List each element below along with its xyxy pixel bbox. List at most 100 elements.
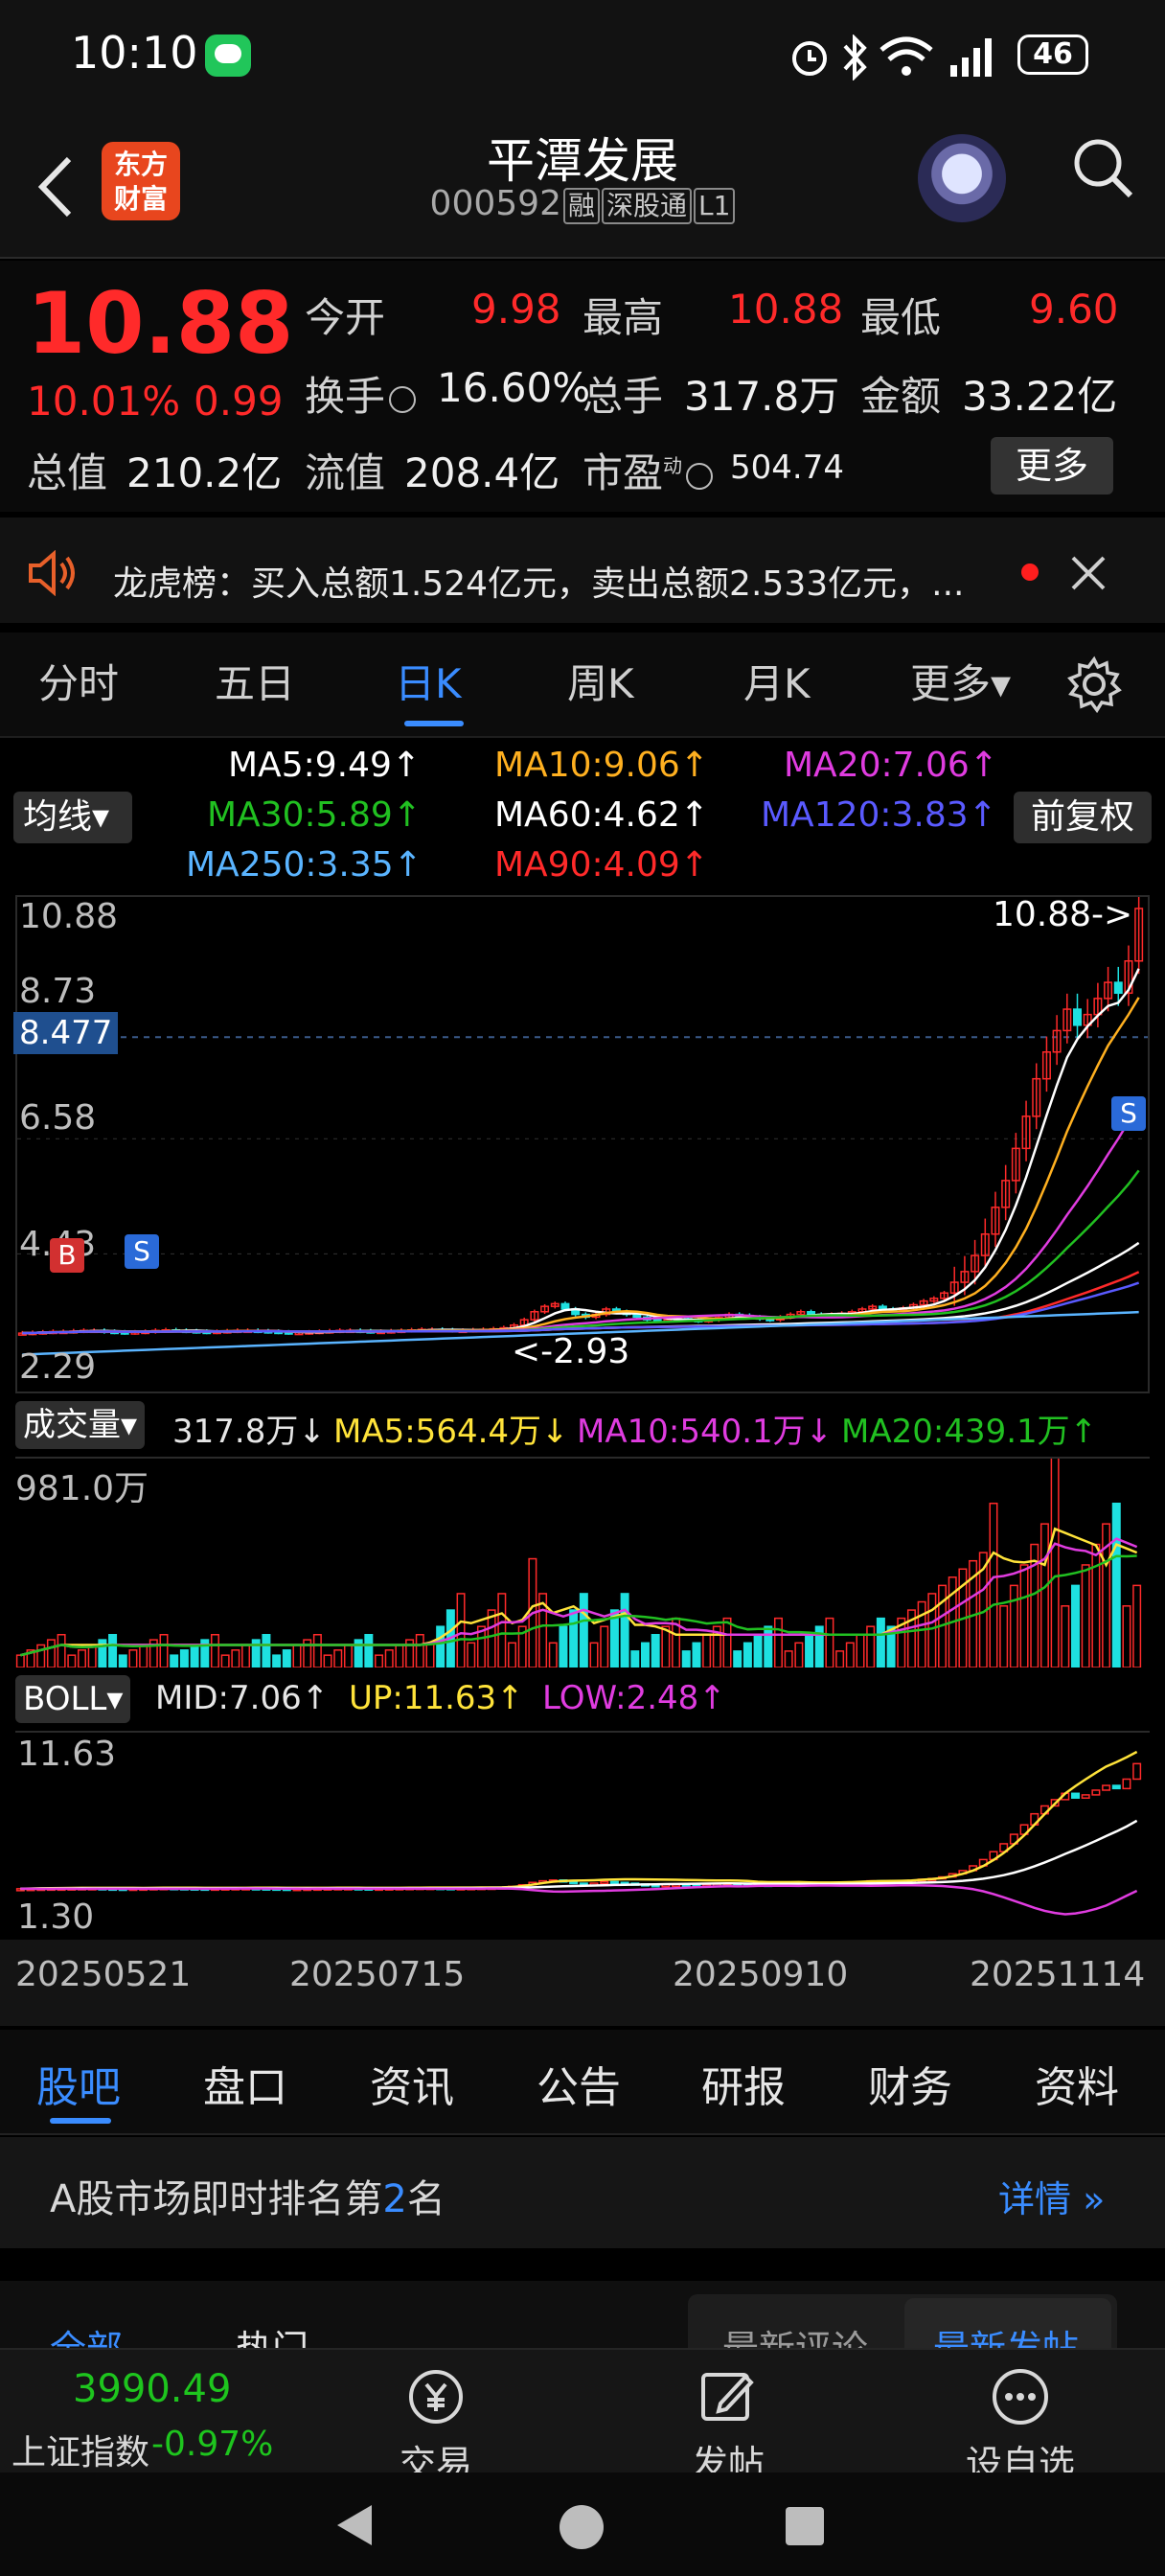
tab-profile[interactable]: 资料 xyxy=(1035,2053,1119,2114)
volume-bar xyxy=(1111,1502,1121,1668)
tab-finance[interactable]: 财务 xyxy=(868,2053,952,2114)
ma10-legend: MA10:9.06↑ xyxy=(494,746,709,785)
candle-body xyxy=(807,1311,816,1316)
volume-bar xyxy=(845,1642,855,1668)
pe-dynamic-sup: 动 xyxy=(663,454,683,477)
volume-chart[interactable] xyxy=(15,1457,1150,1668)
volume-bar xyxy=(1071,1584,1081,1668)
boll-candle xyxy=(1071,1792,1081,1799)
search-icon[interactable] xyxy=(1071,136,1134,199)
volume-bar xyxy=(272,1654,282,1668)
volume-bar xyxy=(989,1502,998,1668)
volume-bar xyxy=(640,1642,650,1668)
tab-research[interactable]: 研报 xyxy=(701,2053,786,2114)
trade-icon[interactable] xyxy=(402,2363,469,2430)
tab-intraday[interactable]: 分时 xyxy=(38,652,119,710)
volume-bar xyxy=(415,1633,424,1668)
low-value: 9.60 xyxy=(1029,286,1119,333)
rank-detail-link[interactable]: 详情 » xyxy=(998,2170,1105,2222)
back-arrow-icon[interactable] xyxy=(31,153,79,220)
tab-monthly-k[interactable]: 月K xyxy=(743,652,811,710)
volume-bar xyxy=(220,1654,230,1668)
y-tick-3: 6.58 xyxy=(19,1098,97,1138)
info-icon[interactable] xyxy=(686,462,714,490)
nav-back-icon[interactable] xyxy=(331,2501,379,2549)
info-icon[interactable] xyxy=(389,385,417,413)
tag-margin: 融 xyxy=(562,188,600,224)
turnover-value: 16.60% xyxy=(437,364,591,411)
battery-icon: 46 xyxy=(1017,34,1088,75)
volume-ma5: MA5:564.4万↓ xyxy=(333,1413,569,1451)
index-name[interactable]: 上证指数 xyxy=(11,2425,149,2474)
sell-marker-recent[interactable]: S xyxy=(1111,1096,1146,1131)
volume-bar xyxy=(620,1593,629,1668)
boll-up: UP:11.63↑ xyxy=(349,1679,524,1717)
ma250-legend: MA250:3.35↑ xyxy=(186,845,423,885)
sell-marker[interactable]: S xyxy=(125,1234,159,1269)
nav-home-icon[interactable] xyxy=(558,2503,605,2551)
info-tab-underline xyxy=(50,2118,111,2124)
volume-bar xyxy=(231,1649,240,1668)
ma5-legend: MA5:9.49↑ xyxy=(228,746,422,785)
volume-bar xyxy=(1132,1584,1142,1668)
volume-bar xyxy=(733,1650,742,1668)
index-value[interactable]: 3990.49 xyxy=(73,2367,231,2411)
stock-code-row: 000592 融深股通 L1 xyxy=(391,184,774,224)
alarm-icon xyxy=(792,41,827,76)
x-tick-2: 20250715 xyxy=(289,1955,466,1994)
volume-bar xyxy=(805,1633,814,1668)
ma-selector[interactable]: 均线▾ xyxy=(13,792,132,843)
eastmoney-logo: 东方 财富 xyxy=(102,142,180,220)
dragon-tiger-text[interactable]: 龙虎榜：买入总额1.524亿元，卖出总额2.533亿元，... xyxy=(113,556,1014,606)
volume-bar xyxy=(753,1633,763,1668)
more-button[interactable]: 更多 xyxy=(991,437,1113,494)
amount-label: 金额 xyxy=(860,373,942,420)
edit-post-icon[interactable] xyxy=(694,2363,761,2430)
buy-marker[interactable]: B xyxy=(50,1238,84,1273)
wechat-icon xyxy=(205,34,251,77)
tab-news[interactable]: 资讯 xyxy=(370,2053,454,2114)
boll-candle xyxy=(609,1880,619,1885)
close-icon[interactable] xyxy=(1069,554,1108,592)
more-dots-icon[interactable] xyxy=(987,2363,1054,2430)
logo-line-1: 东方 xyxy=(113,149,168,180)
index-change[interactable]: -0.97% xyxy=(151,2425,273,2464)
tab-announcements[interactable]: 公告 xyxy=(537,2053,621,2114)
pe-value: 504.74 xyxy=(730,448,844,487)
volume-bar xyxy=(681,1650,691,1668)
robot-assistant-icon[interactable] xyxy=(918,134,1006,222)
volume-bar xyxy=(333,1649,343,1668)
volume-bar xyxy=(108,1633,118,1668)
boll-chart[interactable] xyxy=(15,1731,1150,1936)
kline-chart[interactable] xyxy=(15,895,1150,1393)
volume-bar xyxy=(784,1650,793,1668)
gear-icon[interactable] xyxy=(1065,656,1123,713)
high-label: 最高 xyxy=(582,294,664,341)
candle-body xyxy=(632,1313,642,1319)
boll-mid: MID:7.06↑ xyxy=(155,1679,330,1717)
tab-pankou[interactable]: 盘口 xyxy=(203,2053,287,2114)
nav-recents-icon[interactable] xyxy=(784,2505,826,2547)
turnover-label: 换手 xyxy=(305,364,417,423)
volume-bar xyxy=(343,1644,353,1668)
volume-bar xyxy=(467,1642,476,1668)
volume-selector[interactable]: 成交量▾ xyxy=(15,1401,146,1449)
volume-bar xyxy=(559,1625,568,1668)
high-value: 10.88 xyxy=(728,286,844,333)
tab-five-day[interactable]: 五日 xyxy=(215,652,295,710)
volume-bar xyxy=(773,1617,783,1668)
tab-daily-k[interactable]: 日K xyxy=(395,652,462,710)
volume-bar xyxy=(742,1642,752,1668)
tab-guba[interactable]: 股吧 xyxy=(36,2053,121,2114)
volume-bar xyxy=(312,1633,322,1668)
ma60-legend: MA60:4.62↑ xyxy=(494,795,709,835)
adjust-selector[interactable]: 前复权 xyxy=(1014,792,1152,843)
tab-more[interactable]: 更多▾ xyxy=(910,652,1011,710)
volume-bar xyxy=(692,1642,701,1668)
candle-body xyxy=(560,1302,570,1310)
volume-bar xyxy=(15,1654,25,1668)
volume-bar xyxy=(118,1654,127,1668)
tab-weekly-k[interactable]: 周K xyxy=(567,652,634,710)
volume-bar xyxy=(1091,1543,1101,1668)
boll-selector[interactable]: BOLL▾ xyxy=(15,1675,131,1723)
